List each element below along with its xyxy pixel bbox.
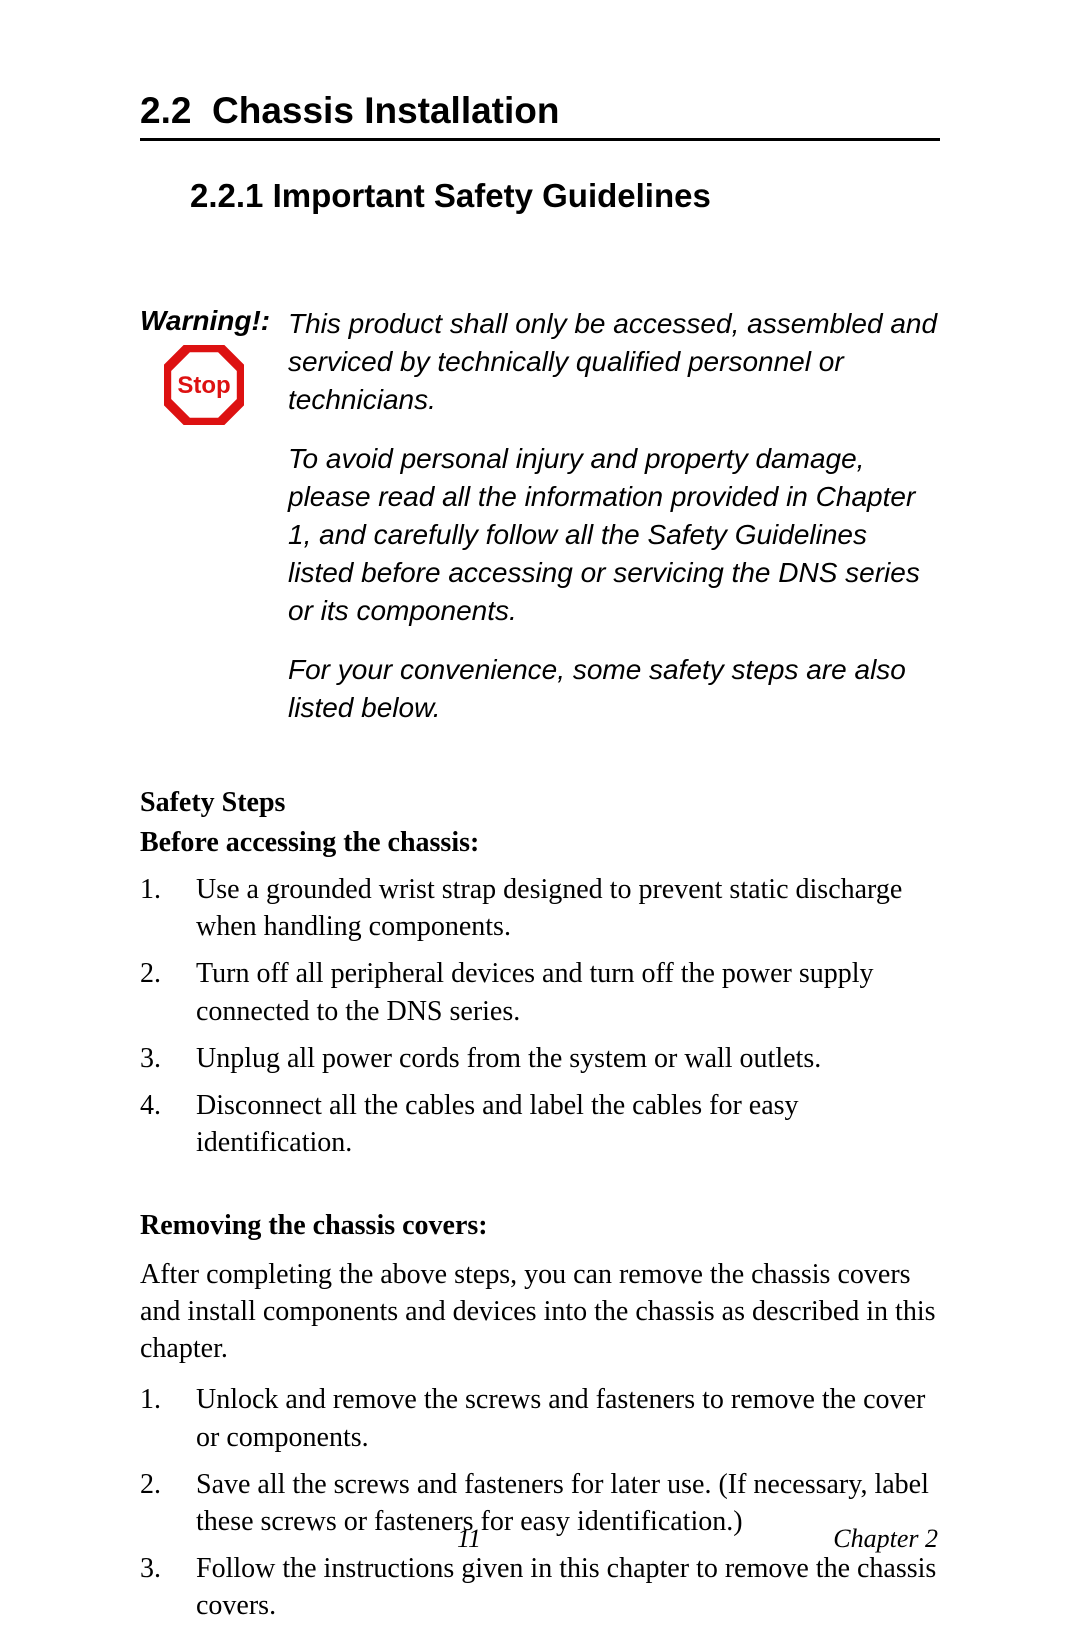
list-item: 3. Follow the instructions given in this… <box>140 1550 940 1624</box>
warning-block: Warning!: Stop This product shall only b… <box>140 305 940 749</box>
warning-left-column: Warning!: Stop <box>140 305 270 425</box>
page: 2.2 Chassis Installation 2.2.1 Important… <box>0 0 1080 1618</box>
warning-paragraph: To avoid personal injury and property da… <box>288 440 940 629</box>
before-accessing-heading: Before accessing the chassis: <box>140 827 940 859</box>
warning-paragraph: For your convenience, some safety steps … <box>288 651 940 727</box>
warning-paragraph: This product shall only be accessed, ass… <box>288 305 940 418</box>
list-number: 3. <box>140 1550 166 1624</box>
subsection-heading: 2.2.1 Important Safety Guidelines <box>190 177 940 215</box>
list-text: Disconnect all the cables and label the … <box>196 1087 940 1161</box>
section-heading: 2.2 Chassis Installation <box>140 90 940 141</box>
list-text: Unlock and remove the screws and fastene… <box>196 1381 940 1455</box>
list-item: 1. Unlock and remove the screws and fast… <box>140 1381 940 1455</box>
list-number: 2. <box>140 955 166 1029</box>
subsection-number: 2.2.1 <box>190 177 263 214</box>
warning-label: Warning!: <box>140 305 270 337</box>
list-item: 4. Disconnect all the cables and label t… <box>140 1087 940 1161</box>
list-text: Follow the instructions given in this ch… <box>196 1550 940 1624</box>
removing-covers-list: 1. Unlock and remove the screws and fast… <box>140 1381 940 1624</box>
list-text: Turn off all peripheral devices and turn… <box>196 955 940 1029</box>
removing-intro-paragraph: After completing the above steps, you ca… <box>140 1256 940 1368</box>
list-item: 3. Unplug all power cords from the syste… <box>140 1040 940 1077</box>
page-footer: 11 Chapter 2 <box>0 1524 1080 1554</box>
section-number: 2.2 <box>140 90 191 131</box>
list-text: Use a grounded wrist strap designed to p… <box>196 871 940 945</box>
section-title: Chassis Installation <box>212 90 560 131</box>
warning-body: This product shall only be accessed, ass… <box>288 305 940 749</box>
page-number: 11 <box>0 1524 938 1554</box>
list-item: 2. Turn off all peripheral devices and t… <box>140 955 940 1029</box>
safety-steps-heading: Safety Steps <box>140 787 940 819</box>
stop-icon-text: Stop <box>177 372 230 399</box>
removing-covers-heading: Removing the chassis covers: <box>140 1210 940 1242</box>
list-number: 1. <box>140 1381 166 1455</box>
list-number: 1. <box>140 871 166 945</box>
chapter-label: Chapter 2 <box>833 1524 938 1554</box>
before-accessing-list: 1. Use a grounded wrist strap designed t… <box>140 871 940 1162</box>
stop-icon: Stop <box>164 345 244 425</box>
list-item: 1. Use a grounded wrist strap designed t… <box>140 871 940 945</box>
list-number: 4. <box>140 1087 166 1161</box>
subsection-title: Important Safety Guidelines <box>273 177 711 214</box>
list-text: Unplug all power cords from the system o… <box>196 1040 940 1077</box>
list-number: 3. <box>140 1040 166 1077</box>
